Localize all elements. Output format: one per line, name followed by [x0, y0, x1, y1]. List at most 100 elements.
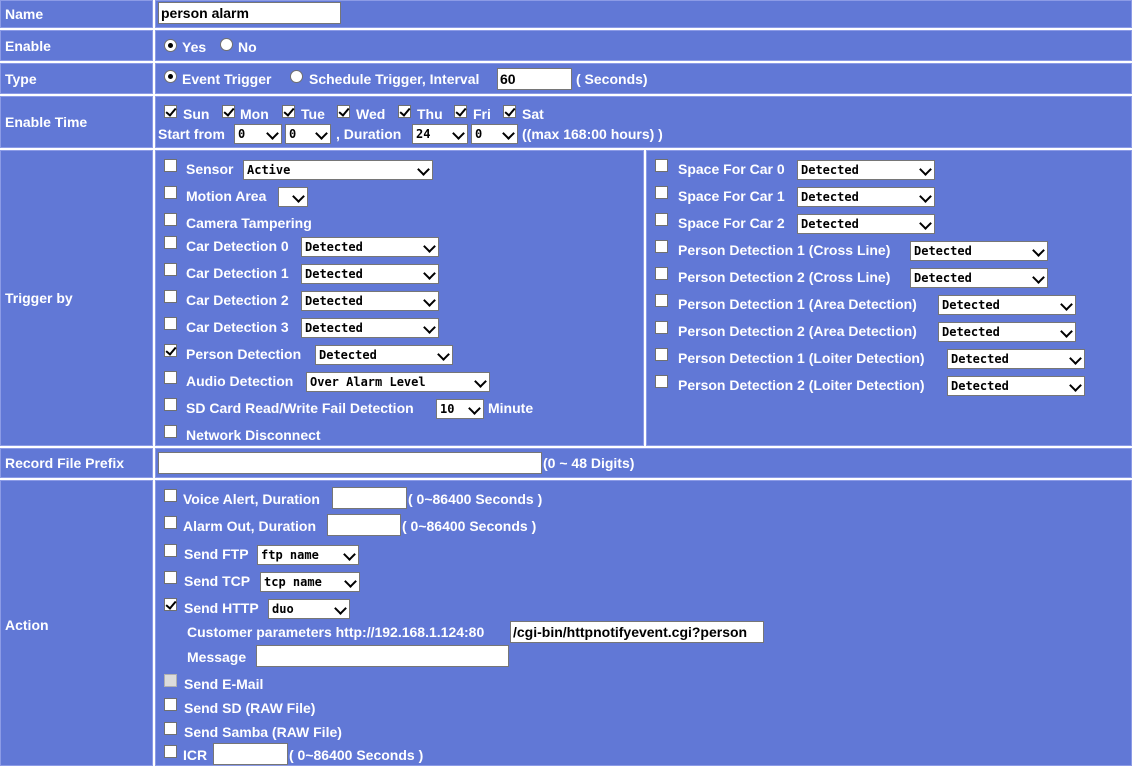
space0-value: Detected [801, 163, 859, 177]
prefix-label-cell: Record File Prefix [0, 448, 153, 478]
pd2area-value: Detected [942, 325, 1000, 339]
ftp-select[interactable]: ftp name [257, 545, 359, 565]
day-tue-checkbox[interactable] [282, 105, 295, 118]
person-checkbox[interactable] [164, 344, 177, 357]
pd1area-checkbox[interactable] [655, 294, 668, 307]
start-min-select[interactable]: 0 [285, 124, 331, 144]
alarm-checkbox[interactable] [164, 516, 177, 529]
pd2area-select[interactable]: Detected [938, 322, 1076, 342]
start-hour-select[interactable]: 0 [234, 124, 282, 144]
space2-select[interactable]: Detected [797, 214, 935, 234]
message-input[interactable] [256, 645, 509, 667]
tcp-select[interactable]: tcp name [260, 572, 360, 592]
pd2area-checkbox[interactable] [655, 321, 668, 334]
day-thu-checkbox[interactable] [398, 105, 411, 118]
sensor-select[interactable]: Active [243, 160, 433, 180]
car0-value: Detected [305, 240, 363, 254]
enable-no-radio[interactable] [220, 38, 233, 51]
motion-checkbox[interactable] [164, 186, 177, 199]
chevron-down-icon [437, 348, 450, 361]
pd2cross-select[interactable]: Detected [910, 268, 1048, 288]
sd-raw-checkbox[interactable] [164, 698, 177, 711]
prefix-label: Record File Prefix [5, 455, 125, 471]
pd2loiter-checkbox[interactable] [655, 375, 668, 388]
motion-select[interactable] [278, 187, 308, 207]
car0-checkbox[interactable] [164, 236, 177, 249]
car2-checkbox[interactable] [164, 290, 177, 303]
chevron-down-icon [1060, 325, 1073, 338]
day-fri-checkbox[interactable] [454, 105, 467, 118]
interval-input[interactable]: 60 [497, 68, 572, 90]
audio-select[interactable]: Over Alarm Level [306, 372, 490, 392]
tcp-checkbox[interactable] [164, 571, 177, 584]
type-label-cell: Type [0, 63, 153, 94]
duration-label: , Duration [336, 126, 402, 142]
pd1area-label: Person Detection 1 (Area Detection) [678, 296, 917, 312]
day-sun-checkbox[interactable] [164, 105, 177, 118]
message-label: Message [187, 649, 247, 665]
day-mon-checkbox[interactable] [222, 105, 235, 118]
pd2cross-value: Detected [914, 271, 972, 285]
sd-select[interactable]: 10 [436, 399, 484, 419]
sd-checkbox[interactable] [164, 398, 177, 411]
trigger-label-cell: Trigger by [0, 150, 153, 446]
icr-checkbox[interactable] [164, 745, 177, 758]
ftp-checkbox[interactable] [164, 544, 177, 557]
tamper-checkbox[interactable] [164, 213, 177, 226]
prefix-input[interactable] [158, 452, 542, 474]
car2-label: Car Detection 2 [186, 292, 289, 308]
duration-hour-value: 24 [416, 127, 431, 141]
enable-no-label: No [238, 39, 257, 55]
pd2cross-checkbox[interactable] [655, 267, 668, 280]
sensor-checkbox[interactable] [164, 159, 177, 172]
person-select[interactable]: Detected [315, 345, 453, 365]
trigger-label: Trigger by [5, 290, 73, 306]
car2-select[interactable]: Detected [301, 291, 439, 311]
space2-checkbox[interactable] [655, 213, 668, 226]
voice-duration-input[interactable] [332, 487, 407, 509]
chevron-down-icon [344, 575, 357, 588]
icr-duration-input[interactable] [213, 743, 288, 765]
pd1loiter-checkbox[interactable] [655, 348, 668, 361]
type-event-radio[interactable] [164, 70, 177, 83]
day-sat-checkbox[interactable] [503, 105, 516, 118]
space0-checkbox[interactable] [655, 159, 668, 172]
custom-params-input[interactable]: /cgi-bin/httpnotifyevent.cgi?person [510, 621, 764, 643]
space1-checkbox[interactable] [655, 186, 668, 199]
pd1cross-checkbox[interactable] [655, 240, 668, 253]
audio-checkbox[interactable] [164, 371, 177, 384]
car3-select[interactable]: Detected [301, 318, 439, 338]
pd1loiter-select[interactable]: Detected [947, 349, 1085, 369]
chevron-down-icon [1032, 271, 1045, 284]
http-label: Send HTTP [184, 600, 259, 616]
samba-checkbox[interactable] [164, 722, 177, 735]
duration-min-select[interactable]: 0 [471, 124, 518, 144]
enable-time-label-cell: Enable Time [0, 96, 153, 148]
type-schedule-radio[interactable] [290, 70, 303, 83]
tamper-label: Camera Tampering [186, 215, 312, 231]
pd1area-select[interactable]: Detected [938, 295, 1076, 315]
space0-select[interactable]: Detected [797, 160, 935, 180]
enable-yes-radio[interactable] [164, 39, 177, 52]
pd2loiter-select[interactable]: Detected [947, 376, 1085, 396]
pd1cross-select[interactable]: Detected [910, 241, 1048, 261]
network-checkbox[interactable] [164, 425, 177, 438]
http-select[interactable]: duo [268, 599, 350, 619]
alarm-duration-input[interactable] [327, 514, 401, 536]
voice-checkbox[interactable] [164, 489, 177, 502]
duration-hour-select[interactable]: 24 [412, 124, 468, 144]
car3-value: Detected [305, 321, 363, 335]
email-checkbox[interactable] [164, 674, 177, 687]
http-checkbox[interactable] [164, 598, 177, 611]
day-wed-checkbox[interactable] [337, 105, 350, 118]
car1-checkbox[interactable] [164, 263, 177, 276]
car1-select[interactable]: Detected [301, 264, 439, 284]
sd-raw-label: Send SD (RAW File) [184, 700, 316, 716]
space1-select[interactable]: Detected [797, 187, 935, 207]
day-tue-label: Tue [301, 106, 325, 122]
name-input[interactable]: person alarm [158, 2, 341, 24]
space2-label: Space For Car 2 [678, 215, 785, 231]
car0-select[interactable]: Detected [301, 237, 439, 257]
car3-checkbox[interactable] [164, 317, 177, 330]
prefix-value-cell: (0 ~ 48 Digits) [155, 448, 1132, 478]
